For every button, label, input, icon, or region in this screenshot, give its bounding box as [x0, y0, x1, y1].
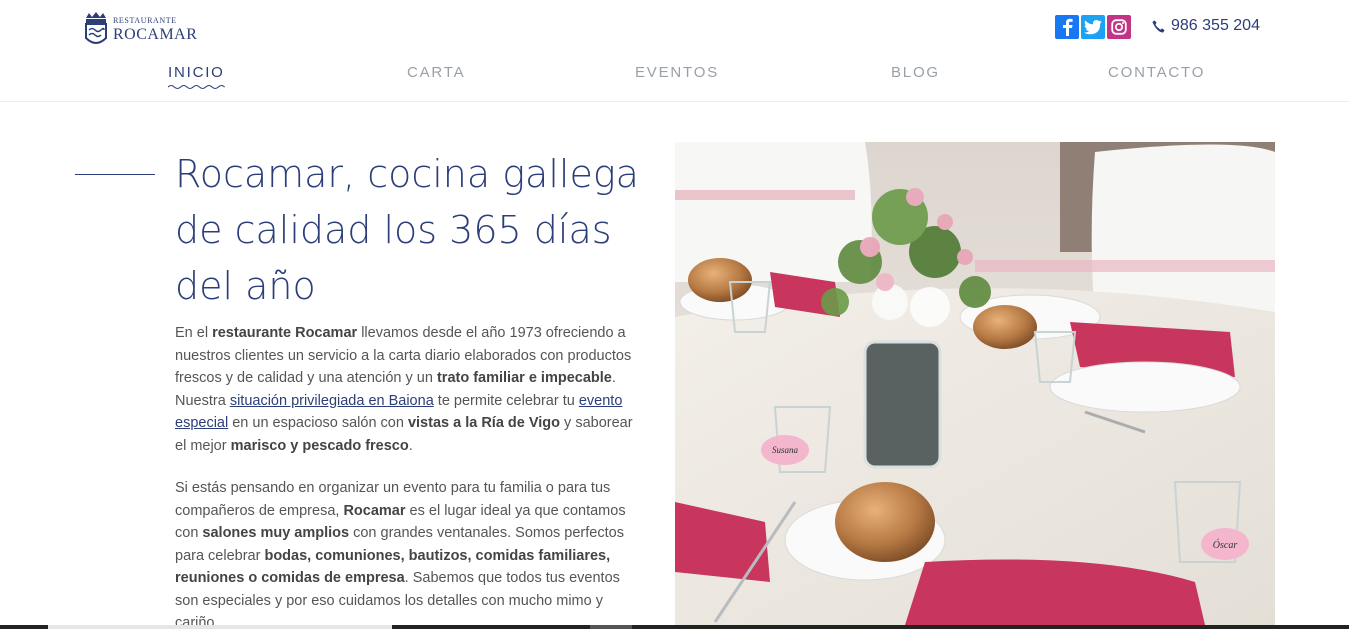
- social-links: [1055, 15, 1131, 39]
- photo-illustration: Susana Óscar: [675, 142, 1275, 625]
- site-header: RESTAURANTE ROCAMAR 986 355 204 INICIO C…: [0, 0, 1349, 102]
- main-nav: INICIO CARTA EVENTOS BLOG CONTACTO: [0, 64, 1349, 94]
- twitter-link[interactable]: [1081, 15, 1105, 39]
- name-tag-oscar: Óscar: [1201, 528, 1249, 560]
- bold-text: marisco y pescado fresco: [230, 437, 409, 454]
- phone-icon: [1152, 19, 1165, 33]
- bold-text: restaurante Rocamar: [212, 325, 358, 341]
- nav-label: INICIO: [168, 64, 225, 81]
- facebook-link[interactable]: [1055, 15, 1079, 39]
- twitter-icon: [1084, 19, 1102, 34]
- nav-item-contacto[interactable]: CONTACTO: [1108, 64, 1205, 81]
- nav-item-inicio[interactable]: INICIO: [168, 64, 225, 89]
- svg-text:Susana: Susana: [772, 445, 799, 455]
- name-tag-susana: Susana: [761, 435, 809, 465]
- bold-text: trato familiar e impecable: [436, 370, 612, 386]
- nav-label: BLOG: [891, 64, 940, 81]
- bold-text: vistas a la Ría de Vigo: [407, 415, 561, 431]
- bold-text: Rocamar: [343, 502, 406, 519]
- logo-subtitle: RESTAURANTE: [113, 16, 177, 25]
- phone-number[interactable]: 986 355 204: [1152, 17, 1260, 35]
- logo-text: RESTAURANTE ROCAMAR: [113, 17, 197, 43]
- scroll-indicator-segment: [590, 625, 632, 629]
- title-rule: [75, 174, 155, 175]
- text: te permite celebrar tu: [433, 392, 579, 409]
- page-title: Rocamar, cocina gallega de calidad los 3…: [175, 152, 639, 308]
- instagram-icon: [1111, 19, 1127, 35]
- bold-text: salones muy amplios: [202, 525, 350, 541]
- text: en un espacioso salón con: [228, 415, 408, 431]
- logo-title: ROCAMAR: [113, 26, 198, 43]
- scroll-indicator: [0, 625, 1349, 629]
- location-link[interactable]: situación privilegiada en Baiona: [230, 393, 434, 409]
- text: .: [408, 437, 413, 454]
- crest-icon: [85, 12, 107, 44]
- table-setting-photo: Susana Óscar: [675, 142, 1275, 625]
- phone-text: 986 355 204: [1171, 17, 1260, 34]
- nav-label: CARTA: [407, 64, 466, 81]
- facebook-icon: [1063, 18, 1073, 36]
- instagram-link[interactable]: [1107, 15, 1131, 39]
- svg-text:Óscar: Óscar: [1213, 539, 1238, 551]
- text: En el: [175, 325, 213, 341]
- logo[interactable]: RESTAURANTE ROCAMAR: [84, 10, 209, 50]
- events-paragraph: Si estás pensando en organizar un evento…: [175, 477, 645, 635]
- nav-item-carta[interactable]: CARTA: [407, 64, 465, 81]
- nav-item-blog[interactable]: BLOG: [891, 64, 940, 81]
- nav-label: EVENTOS: [635, 64, 720, 81]
- intro-paragraph: En el restaurante Rocamar llevamos desde…: [175, 322, 645, 457]
- scroll-indicator-segment: [48, 625, 392, 629]
- active-underline: [168, 85, 225, 89]
- nav-item-eventos[interactable]: EVENTOS: [635, 64, 719, 81]
- nav-label: CONTACTO: [1108, 64, 1206, 81]
